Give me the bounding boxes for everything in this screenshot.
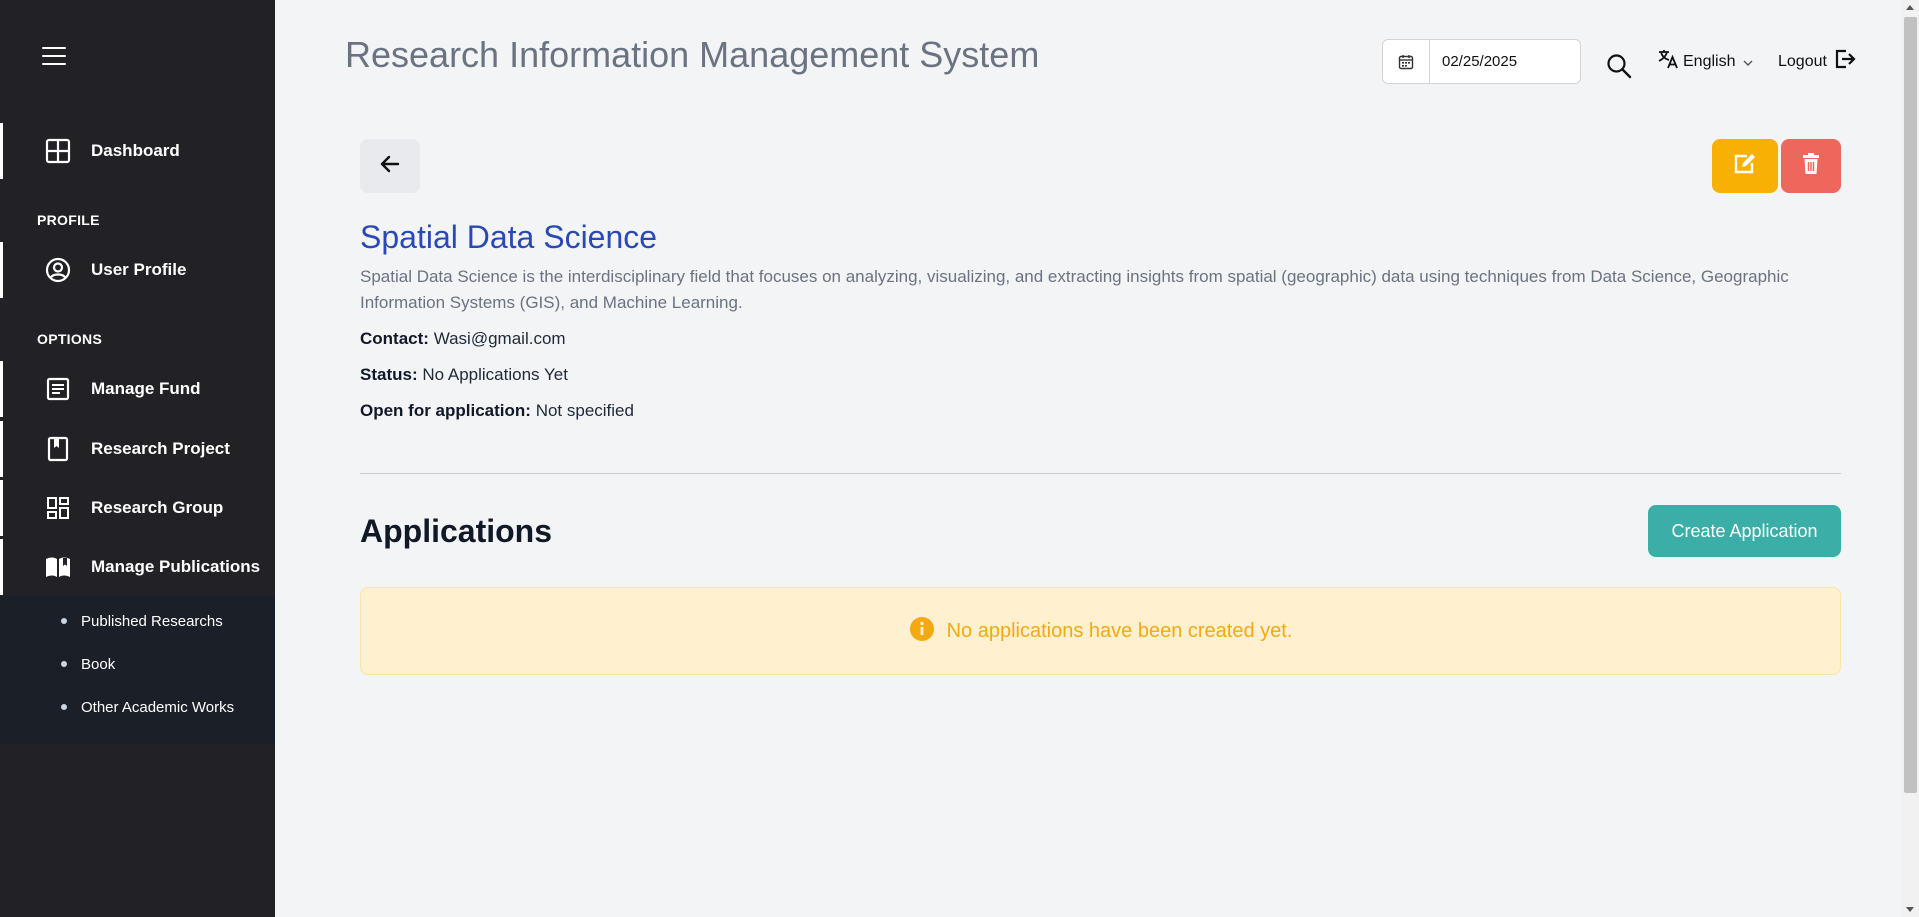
applications-title: Applications xyxy=(360,513,553,549)
trash-icon xyxy=(1802,152,1820,180)
sidebar-item-dashboard[interactable]: Dashboard xyxy=(0,123,275,179)
info-icon xyxy=(909,616,935,647)
sidebar-item-label: Research Project xyxy=(91,439,230,458)
bookmark-book-icon xyxy=(44,435,72,463)
divider xyxy=(360,473,1841,474)
sidebar-item-label: User Profile xyxy=(91,260,187,279)
date-value[interactable]: 02/25/2025 xyxy=(1442,53,1517,70)
contact-row: Contact: Wasi@gmail.com xyxy=(360,329,566,349)
search-icon[interactable] xyxy=(1606,53,1632,79)
dashboard-grid-icon xyxy=(44,494,72,522)
fund-title: Spatial Data Science xyxy=(360,219,658,255)
logout-icon xyxy=(1827,48,1856,75)
sidebar-item-label: Manage Publications xyxy=(91,557,261,576)
bullet-icon xyxy=(61,704,67,710)
sidebar-item-label: Manage Fund xyxy=(91,379,201,398)
back-button[interactable] xyxy=(360,139,420,193)
date-picker[interactable]: 02/25/2025 xyxy=(1382,39,1581,84)
calendar-icon[interactable] xyxy=(1383,40,1430,83)
status-row: Status: No Applications Yet xyxy=(360,365,568,385)
language-label: English xyxy=(1683,52,1736,70)
empty-applications-alert: No applications have been created yet. xyxy=(360,587,1841,675)
sidebar-item-manage-publications[interactable]: Manage Publications xyxy=(0,539,275,595)
arrow-left-icon xyxy=(380,155,400,178)
create-application-button[interactable]: Create Application xyxy=(1648,505,1841,557)
contact-label: Contact: xyxy=(360,329,429,348)
submenu-item-published-researchs[interactable]: Published Researchs xyxy=(0,603,275,639)
scrollbar-thumb[interactable] xyxy=(1904,17,1917,793)
delete-button[interactable] xyxy=(1781,139,1841,193)
page-scrollbar[interactable] xyxy=(1902,0,1919,917)
grid-icon xyxy=(44,137,72,165)
submenu-item-label: Published Researchs xyxy=(81,612,223,630)
sidebar-item-user-profile[interactable]: User Profile xyxy=(0,242,275,298)
app-title: Research Information Management System xyxy=(345,34,1040,75)
open-for-application-row: Open for application: Not specified xyxy=(360,401,634,421)
sidebar: Dashboard PROFILE User Profile OPTIONS M… xyxy=(0,0,275,917)
contact-value: Wasi@gmail.com xyxy=(433,329,566,348)
fund-description: Spatial Data Science is the interdiscipl… xyxy=(360,267,1789,312)
bullet-icon xyxy=(61,618,67,624)
status-label: Status: xyxy=(360,365,418,384)
publications-submenu: Published Researchs Book Other Academic … xyxy=(0,596,275,744)
section-label-options: OPTIONS xyxy=(37,331,103,347)
submenu-item-label: Other Academic Works xyxy=(81,698,235,716)
document-list-icon xyxy=(44,375,72,403)
logout-button[interactable]: Logout xyxy=(1778,48,1856,75)
sidebar-item-manage-fund[interactable]: Manage Fund xyxy=(0,361,275,417)
logout-label: Logout xyxy=(1778,52,1827,70)
translate-icon xyxy=(1657,48,1679,75)
sidebar-item-research-group[interactable]: Research Group xyxy=(0,480,275,536)
scroll-down-icon[interactable] xyxy=(1906,907,1914,912)
menu-toggle-icon[interactable] xyxy=(42,47,66,67)
chevron-down-icon xyxy=(1743,53,1753,71)
sidebar-item-label: Research Group xyxy=(91,498,224,517)
sidebar-item-label: Dashboard xyxy=(91,141,180,160)
submenu-item-book[interactable]: Book xyxy=(0,646,275,682)
submenu-item-other-academic-works[interactable]: Other Academic Works xyxy=(0,689,275,725)
edit-icon xyxy=(1733,153,1757,180)
status-value: No Applications Yet xyxy=(422,365,568,384)
open-for-application-value: Not specified xyxy=(535,401,634,420)
bullet-icon xyxy=(61,661,67,667)
scroll-up-icon[interactable] xyxy=(1906,5,1914,10)
user-circle-icon xyxy=(44,256,72,284)
open-for-application-label: Open for application: xyxy=(360,401,531,420)
edit-button[interactable] xyxy=(1712,139,1778,193)
sidebar-item-research-project[interactable]: Research Project xyxy=(0,421,275,477)
empty-applications-message: No applications have been created yet. xyxy=(946,619,1293,642)
submenu-item-label: Book xyxy=(81,655,116,673)
open-book-icon xyxy=(44,553,72,581)
section-label-profile: PROFILE xyxy=(37,212,100,228)
language-selector[interactable]: English xyxy=(1657,48,1753,75)
